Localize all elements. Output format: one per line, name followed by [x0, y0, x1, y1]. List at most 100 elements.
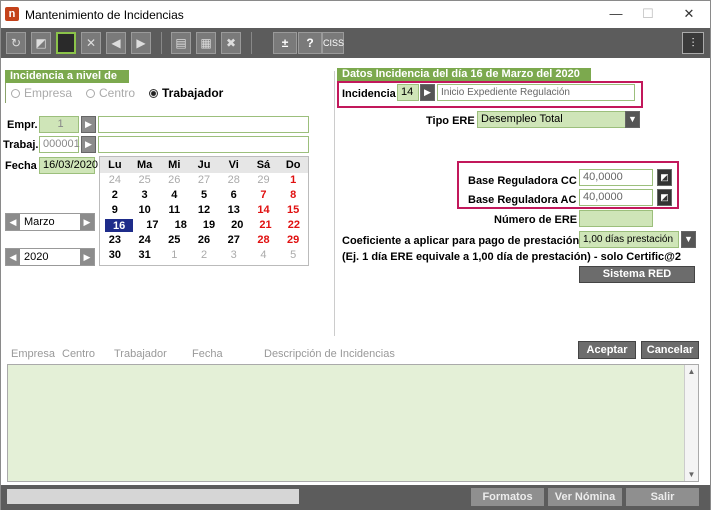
calendar-day[interactable]: 27	[189, 173, 219, 188]
calendar-day[interactable]: 29	[278, 233, 308, 248]
calendar-day[interactable]: 28	[249, 233, 279, 248]
incidencias-list[interactable]: ▲ ▼	[7, 364, 699, 482]
next-icon[interactable]: ▶	[131, 32, 151, 54]
plus-minus-icon[interactable]: ±	[273, 32, 297, 54]
fecha-field[interactable]: 16/03/2020	[39, 157, 98, 174]
numero-ere-field[interactable]	[579, 210, 653, 227]
calendar-day[interactable]: 19	[195, 218, 223, 233]
calendar-day[interactable]: 25	[130, 173, 160, 188]
tipo-ere-select[interactable]: Desempleo Total	[477, 111, 640, 128]
formatos-button[interactable]: Formatos	[471, 488, 544, 506]
calendar-day[interactable]: 31	[130, 248, 160, 263]
select-icon[interactable]	[56, 32, 76, 54]
calendar-day[interactable]: 20	[223, 218, 251, 233]
settings-sliders-icon[interactable]: ⫶	[682, 32, 704, 54]
radio-empresa[interactable]: Empresa	[11, 86, 72, 100]
calendar-day[interactable]: 5	[189, 188, 219, 203]
calendar-day[interactable]: 1	[159, 248, 189, 263]
coeficiente-select[interactable]: 1,00 días prestación	[579, 231, 679, 248]
maximize-button[interactable]: ☐	[637, 5, 659, 23]
prev-icon[interactable]: ◀	[106, 32, 126, 54]
empr-field[interactable]: 1	[39, 116, 79, 133]
calendar-day[interactable]: 27	[219, 233, 249, 248]
radio-trabajador[interactable]: Trabajador	[149, 86, 223, 100]
document-icon[interactable]: ▦	[196, 32, 216, 54]
cancelar-button[interactable]: Cancelar	[641, 341, 699, 359]
calendar-day[interactable]: 7	[249, 188, 279, 203]
empr-name-field[interactable]	[98, 116, 309, 133]
year-next-icon[interactable]: ▶	[80, 249, 94, 265]
calendar-day[interactable]: 12	[189, 203, 219, 218]
col-descripcion: Descripción de Incidencias	[264, 348, 395, 360]
ver-nomina-button[interactable]: Ver Nómina	[548, 488, 622, 506]
calendar-day[interactable]: 3	[130, 188, 160, 203]
calendar-day[interactable]: 8	[278, 188, 308, 203]
calendar-day[interactable]: 28	[219, 173, 249, 188]
sistema-red-button[interactable]: Sistema RED	[579, 266, 695, 283]
ciss-icon[interactable]: CISS	[322, 32, 344, 54]
toolbar: ↻ ◩ ✕ ◀ ▶ ▤ ▦ ✖ ± ? CISS ⫶	[1, 28, 710, 58]
print-icon[interactable]: ▤	[171, 32, 191, 54]
calendar-day[interactable]: 25	[159, 233, 189, 248]
month-prev-icon[interactable]: ◀	[6, 214, 20, 230]
base-ac-edit-icon[interactable]: ◩	[657, 189, 672, 206]
month-next-icon[interactable]: ▶	[80, 214, 94, 230]
base-cc-edit-icon[interactable]: ◩	[657, 169, 672, 186]
calendar-day[interactable]: 23	[100, 233, 130, 248]
help-icon[interactable]: ?	[298, 32, 322, 54]
calendar-day[interactable]: 24	[130, 233, 160, 248]
list-scrollbar[interactable]: ▲ ▼	[684, 365, 698, 481]
calendar-day[interactable]: 14	[249, 203, 279, 218]
trabaj-lookup-button[interactable]: ▶	[81, 136, 96, 153]
close-button[interactable]: ✕	[678, 5, 700, 23]
calendar-day[interactable]: 16	[105, 219, 134, 232]
scroll-up-icon[interactable]: ▲	[685, 365, 698, 378]
minimize-button[interactable]: —	[605, 5, 627, 23]
coeficiente-dropdown-icon[interactable]: ▼	[681, 231, 696, 248]
delete-icon[interactable]: ✕	[81, 32, 101, 54]
calendar-day[interactable]: 4	[159, 188, 189, 203]
calendar-day[interactable]: 9	[100, 203, 130, 218]
calendar-day[interactable]: 30	[100, 248, 130, 263]
calendar-day[interactable]: 5	[278, 248, 308, 263]
trabaj-field[interactable]: 000001	[39, 136, 80, 153]
base-ac-field[interactable]: 40,0000	[579, 189, 653, 206]
calendar-day[interactable]: 26	[189, 233, 219, 248]
calendar-day[interactable]: 29	[249, 173, 279, 188]
calendar-day[interactable]: 13	[219, 203, 249, 218]
calendar-day[interactable]: 22	[280, 218, 308, 233]
calendar-day[interactable]: 4	[249, 248, 279, 263]
calendar-day[interactable]: 21	[251, 218, 279, 233]
calendar-day[interactable]: 10	[130, 203, 160, 218]
calendar-day[interactable]: 11	[159, 203, 189, 218]
incidencia-desc-field[interactable]: Inicio Expediente Regulación	[437, 84, 635, 101]
aceptar-button[interactable]: Aceptar	[578, 341, 636, 359]
calendar-day[interactable]: 2	[189, 248, 219, 263]
calendar-day[interactable]: 6	[219, 188, 249, 203]
scroll-down-icon[interactable]: ▼	[685, 468, 698, 481]
calendar-day[interactable]: 2	[100, 188, 130, 203]
base-cc-field[interactable]: 40,0000	[579, 169, 653, 186]
radio-centro[interactable]: Centro	[86, 86, 135, 100]
excel-icon[interactable]: ✖	[221, 32, 241, 54]
calendar-day[interactable]: 26	[159, 173, 189, 188]
calendar-day[interactable]: 18	[167, 218, 195, 233]
calendar-day[interactable]: 15	[278, 203, 308, 218]
calendar-day[interactable]: 17	[138, 218, 166, 233]
refresh-icon[interactable]: ↻	[6, 32, 26, 54]
calendar-day[interactable]: 1	[278, 173, 308, 188]
tipo-ere-dropdown-icon[interactable]: ▼	[625, 111, 640, 128]
empr-lookup-button[interactable]: ▶	[81, 116, 96, 133]
incidencia-lookup-button[interactable]: ▶	[420, 84, 435, 101]
incidencia-code-field[interactable]: 14	[397, 84, 419, 101]
trabaj-name-field[interactable]	[98, 136, 309, 153]
weekday-header: Lu	[108, 159, 122, 171]
year-prev-icon[interactable]: ◀	[6, 249, 20, 265]
year-selector[interactable]: ◀ 2020 ▶	[5, 248, 95, 266]
calendar-day[interactable]: 24	[100, 173, 130, 188]
month-selector[interactable]: ◀ Marzo ▶	[5, 213, 95, 231]
edit-icon[interactable]: ◩	[31, 32, 51, 54]
calendar-day[interactable]: 3	[219, 248, 249, 263]
salir-button[interactable]: Salir	[626, 488, 699, 506]
col-fecha: Fecha	[192, 348, 223, 360]
